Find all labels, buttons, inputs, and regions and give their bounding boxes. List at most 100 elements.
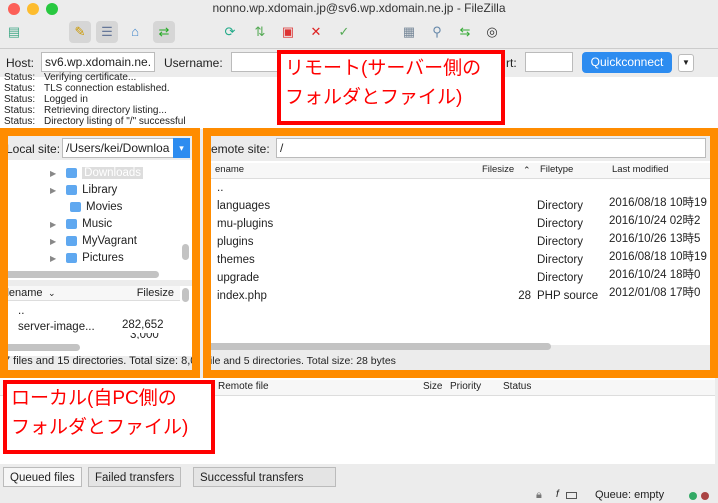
annotation-line: ローカル(自PC側の [11,388,177,409]
local-site-label: Local site: [6,142,61,156]
tab-queued-files[interactable]: Queued files [3,467,82,487]
port-input[interactable] [525,52,573,72]
process-queue-icon[interactable]: ⇅ [249,21,271,43]
tree-item-label: Movies [86,201,123,213]
local-status: 7 files and 15 directories. Total size: … [4,355,197,367]
remote-list-hscrollbar[interactable] [207,343,551,350]
filter-icon[interactable]: ▦ [398,21,420,43]
quickconnect-button[interactable]: Quickconnect [582,52,672,73]
username-label: Username: [164,56,223,70]
message-log-icon[interactable]: ✎ [69,21,91,43]
tree-item[interactable]: ▶ Library [50,182,117,199]
log-text: Verifying certificate... [44,72,137,83]
log-key: Status: [4,105,36,116]
file-name: index.php [217,290,267,302]
username-input[interactable] [231,52,281,72]
col-last-modified[interactable]: Last modified [612,163,669,177]
tab-failed-transfers[interactable]: Failed transfers [88,467,182,487]
local-path-input[interactable]: /Users/kei/Downloa [62,138,190,158]
col-status[interactable]: Status [503,380,531,394]
tree-item[interactable]: ▶ Music [50,216,112,233]
tree-item-label: Library [82,184,118,196]
tree-item-label: MyVagrant [82,235,137,247]
transfer-queue-icon[interactable]: ⇄ [153,21,175,43]
search-icon[interactable]: ◎ [481,21,503,43]
folder-icon [203,238,207,248]
file-modified: 2016/08/18 10時19 [609,251,707,263]
file-name: plugins [217,236,254,248]
local-list-vscrollbar[interactable] [182,288,189,302]
file-type: PHP source [537,290,599,302]
tab-successful-transfers[interactable]: Successful transfers [193,467,336,487]
remote-file-header: ename Filesize ⌃ Filetype Last modified [203,163,718,179]
folder-icon [66,184,78,195]
compare-icon[interactable]: ⚲ [426,21,448,43]
col-filesize[interactable]: Filesize [137,286,174,300]
file-type: Directory [537,218,584,230]
close-window-button[interactable] [8,3,20,15]
folder-icon [203,202,207,212]
folder-icon [66,218,78,229]
folder-icon [203,220,207,230]
local-tree-vscrollbar[interactable] [182,244,189,260]
log-text: Logged in [44,94,88,105]
col-filesize[interactable]: Filesize [482,163,514,177]
col-priority[interactable]: Priority [450,380,481,394]
minimize-window-button[interactable] [27,3,39,15]
remote-tree-icon[interactable]: ⌂ [124,21,146,43]
host-input[interactable]: sv6.wp.xdomain.ne. [41,52,155,72]
local-tree-hscrollbar[interactable] [4,271,159,278]
file-name: mu-plugins [217,218,274,230]
tree-item[interactable]: ▶ Pictures [50,250,124,267]
recv-indicator-icon [689,492,697,500]
queue-status: Queue: empty [595,489,665,501]
col-filename[interactable]: ename [215,163,244,177]
log-text: Directory listing of "/" successful [44,116,186,127]
file-modified: 2016/10/26 13時5 [609,233,701,245]
file-size: 3,000 [130,333,159,339]
sync-browse-icon[interactable]: ⇆ [454,21,476,43]
col-filename[interactable]: ilename [4,286,43,300]
reconnect-icon[interactable]: ✓ [333,21,355,43]
file-type: Directory [537,254,584,266]
log-key: Status: [4,72,36,83]
folder-icon [203,274,207,284]
refresh-icon[interactable]: ⟳ [219,21,241,43]
local-file-list: ilename ⌄ Filesize .. server-image... 282… [0,286,192,356]
col-remote-file[interactable]: Remote file [218,380,269,394]
cancel-icon[interactable]: ▣ [277,21,299,43]
host-label: Host: [6,56,35,70]
remote-path-input[interactable]: / [276,138,706,158]
zoom-window-button[interactable] [46,3,58,15]
file-row[interactable]: server-image... [18,319,95,336]
col-size[interactable]: Size [423,380,442,394]
tree-item[interactable]: Movies [70,199,122,216]
site-manager-icon[interactable]: ▤ [3,21,25,43]
tree-item-label: Music [82,218,113,230]
log-key: Status: [4,83,36,94]
log-text: TLS connection established. [44,83,170,94]
log-key: Status: [4,116,36,127]
local-path-dropdown-icon[interactable]: ▾ [173,138,190,158]
window-title: nonno.wp.xdomain.jp@sv6.wp.xdomain.ne.jp… [212,1,506,15]
folder-icon [66,167,78,178]
sort-asc-icon: ⌃ [523,165,531,175]
tree-item-label: Downloads [82,167,144,179]
local-tree: ▶ Downloads ▶ Library Movies ▶ Music ▶ MyVag… [0,160,192,280]
col-filetype[interactable]: Filetype [540,163,573,177]
folder-icon [203,184,207,194]
send-indicator-icon [701,492,709,500]
tree-item[interactable]: ▶ Downloads [50,165,144,182]
port-label: rt: [506,56,517,70]
file-row[interactable]: .. [18,303,24,320]
file-modified: 2012/01/08 17時0 [609,287,701,299]
tree-item[interactable]: ▶ MyVagrant [50,233,137,250]
log-key: Status: [4,94,36,105]
quickconnect-dropdown-icon[interactable]: ▼ [678,54,694,72]
local-tree-icon[interactable]: ☰ [96,21,118,43]
disconnect-icon[interactable]: ✕ [305,21,327,43]
tree-item-label: Pictures [82,252,124,264]
speed-limit-icon: f [556,489,559,500]
file-name: .. [217,182,224,194]
local-list-hscrollbar[interactable] [4,344,80,351]
